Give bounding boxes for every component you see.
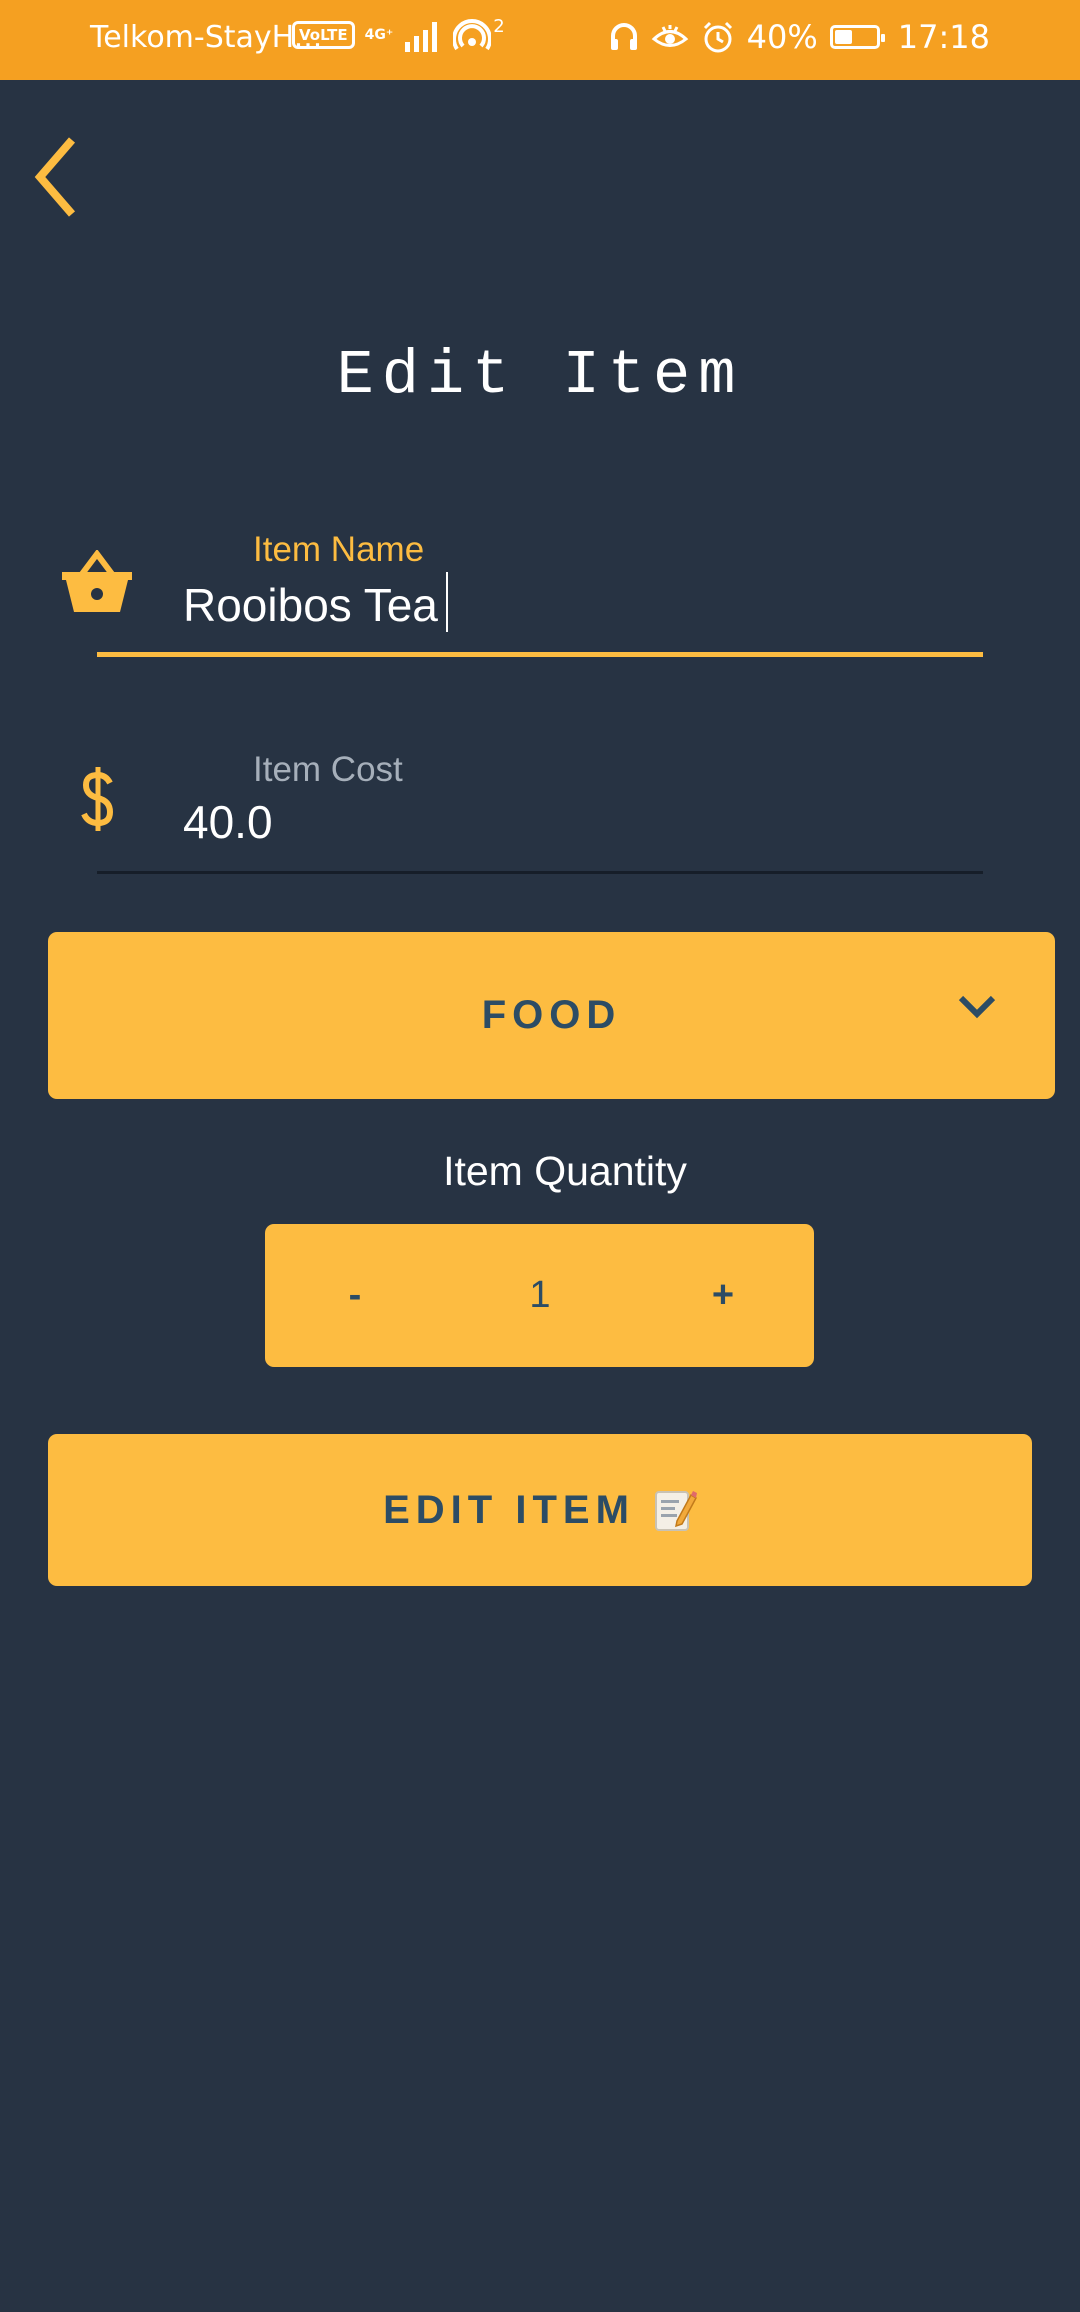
memo-icon (654, 1491, 697, 1531)
chevron-left-icon (34, 137, 76, 217)
battery-icon (829, 25, 885, 49)
edit-item-button[interactable]: EDIT ITEM (48, 1434, 1032, 1586)
item-cost-underline (97, 871, 983, 874)
status-icons-right: 40% 17:18 (609, 18, 990, 56)
page-title: Edit Item (336, 340, 744, 411)
chevron-down-icon (958, 995, 996, 1019)
item-name-input[interactable]: Rooibos Tea (183, 578, 438, 632)
item-cost-label: Item Cost (253, 750, 403, 789)
volte-icon: VoLTE (292, 21, 355, 49)
basket-icon (62, 550, 132, 612)
quantity-value: 1 (529, 1274, 551, 1316)
carrier-name: Telkom-StayH... (90, 20, 323, 55)
headset-icon (610, 23, 637, 50)
decrement-button[interactable]: - (300, 1224, 410, 1367)
dollar-icon (81, 767, 114, 831)
status-bar: Telkom-StayH... VoLTE 4G⁺ 2 40% 17:18 (0, 0, 1080, 80)
back-button[interactable] (28, 132, 88, 222)
hotspot-icon (453, 19, 492, 51)
item-name-label: Item Name (253, 530, 425, 569)
category-dropdown[interactable]: FOOD (48, 932, 1055, 1099)
increment-button[interactable]: + (668, 1224, 778, 1367)
item-cost-input[interactable]: 40.0 (183, 795, 273, 849)
quantity-stepper: - 1 + (265, 1224, 814, 1367)
item-name-field[interactable]: Item Name Rooibos Tea (0, 530, 1080, 670)
hotspot-count: 2 (493, 15, 505, 37)
battery-level (834, 30, 853, 44)
item-name-underline (97, 652, 983, 657)
category-selected: FOOD (481, 993, 622, 1037)
network-type: 4G⁺ (364, 27, 394, 43)
battery-percent: 40% (746, 18, 818, 56)
clock: 17:18 (897, 18, 990, 56)
quantity-label: Item Quantity (443, 1148, 687, 1194)
edit-item-label: EDIT ITEM (383, 1487, 635, 1532)
status-icons-left: VoLTE 4G⁺ 2 (292, 15, 505, 52)
item-cost-field[interactable]: Item Cost 40.0 (0, 745, 1080, 885)
eye-icon (651, 25, 688, 47)
text-cursor (446, 572, 448, 632)
alarm-icon (703, 21, 732, 53)
signal-icon (405, 22, 438, 52)
